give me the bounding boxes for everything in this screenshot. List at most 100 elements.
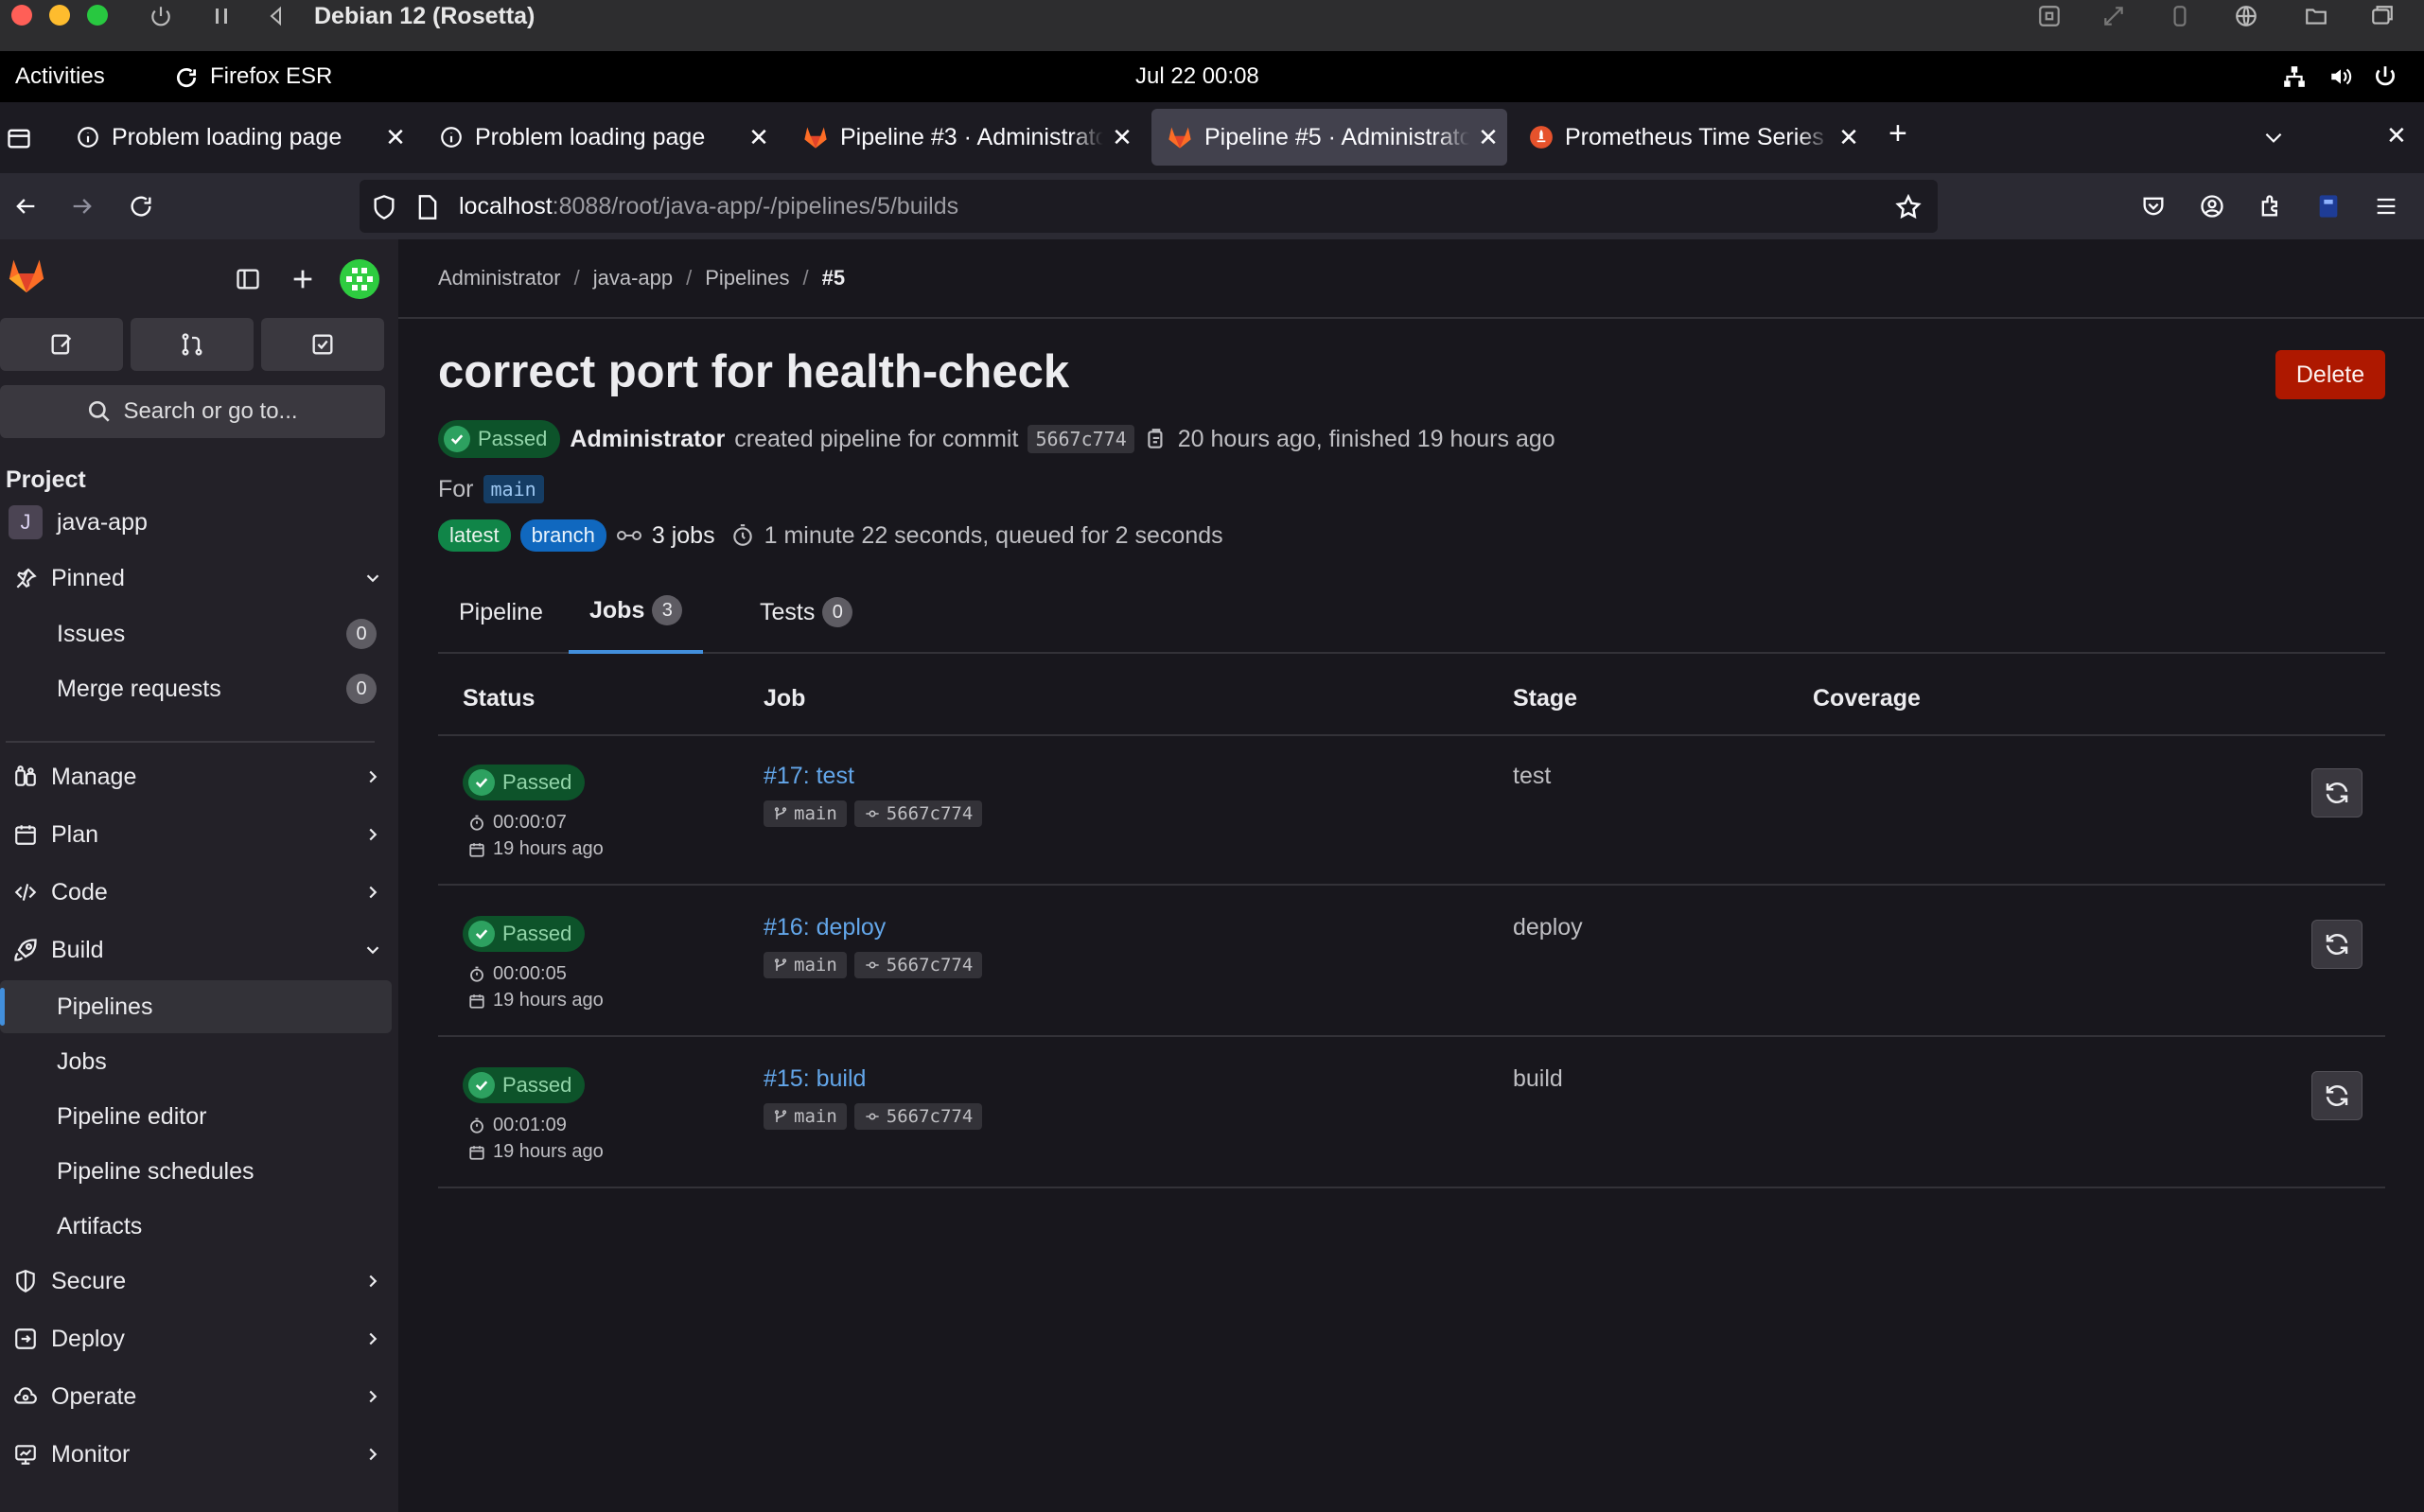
- close-window-button[interactable]: [11, 5, 32, 26]
- close-tab-icon[interactable]: ✕: [740, 123, 778, 152]
- bookmark-star-icon[interactable]: [1894, 193, 1923, 221]
- clock[interactable]: Jul 22 00:08: [1135, 51, 1259, 102]
- sidebar-item-operate[interactable]: Operate: [0, 1370, 392, 1423]
- pocket-icon[interactable]: [2140, 193, 2167, 220]
- commit-chip[interactable]: 5667c774: [853, 800, 983, 827]
- branch-chip[interactable]: main: [764, 800, 847, 827]
- network-status-icon[interactable]: [2282, 64, 2307, 89]
- sidebar-item-jobs[interactable]: Jobs: [0, 1035, 392, 1088]
- folder-icon[interactable]: [2299, 0, 2333, 32]
- sidebar-item-manage[interactable]: Manage: [0, 750, 392, 803]
- sidebar-item-deploy[interactable]: Deploy: [0, 1312, 392, 1365]
- system-power-icon[interactable]: [2373, 64, 2398, 89]
- commit-chip[interactable]: 5667c774: [853, 1103, 983, 1130]
- firefox-view-icon[interactable]: [6, 125, 32, 151]
- branch-chip[interactable]: main: [764, 1103, 847, 1130]
- minimize-window-button[interactable]: [49, 5, 70, 26]
- issues-shortcut-button[interactable]: [0, 318, 123, 371]
- sidebar-item-monitor[interactable]: Monitor: [0, 1428, 392, 1481]
- job-link[interactable]: #15: build: [764, 1065, 866, 1093]
- url-bar[interactable]: localhost:8088/root/java-app/-/pipelines…: [360, 180, 1938, 233]
- window-icon[interactable]: [2365, 0, 2399, 32]
- tab-jobs[interactable]: Jobs 3: [569, 571, 704, 654]
- breadcrumb-item[interactable]: java-app: [593, 266, 673, 290]
- zoom-window-button[interactable]: [87, 5, 108, 26]
- activities-button[interactable]: Activities: [15, 51, 105, 102]
- commit-chip[interactable]: 5667c774: [853, 952, 983, 978]
- shield-icon[interactable]: [371, 194, 397, 220]
- sidebar-item-pipeline-schedules[interactable]: Pipeline schedules: [0, 1145, 392, 1198]
- browser-tab[interactable]: Problem loading page ✕: [61, 109, 414, 166]
- browser-tab-active[interactable]: Pipeline #5 · Administrator ✕: [1151, 109, 1507, 166]
- usb-icon[interactable]: [2163, 0, 2197, 32]
- browser-tab[interactable]: Prometheus Time Series Collection ✕: [1514, 109, 1868, 166]
- sidebar-item-merge-requests[interactable]: Merge requests 0: [0, 662, 392, 715]
- retry-button[interactable]: [2311, 920, 2363, 969]
- sidebar-item-pinned[interactable]: Pinned: [0, 552, 392, 605]
- close-tab-icon[interactable]: ✕: [377, 123, 414, 152]
- resize-icon[interactable]: [2097, 0, 2131, 32]
- user-avatar[interactable]: [339, 258, 380, 300]
- retry-button[interactable]: [2311, 768, 2363, 818]
- back-arrow-icon[interactable]: [11, 193, 40, 220]
- todos-shortcut-button[interactable]: [261, 318, 384, 371]
- status-badge[interactable]: Passed: [463, 765, 586, 800]
- extension-badge-icon[interactable]: [2316, 193, 2341, 220]
- sidebar-item-pipeline-editor[interactable]: Pipeline editor: [0, 1090, 392, 1143]
- delete-button[interactable]: Delete: [2275, 350, 2385, 399]
- tab-pipeline[interactable]: Pipeline: [438, 571, 564, 654]
- close-window-icon[interactable]: ✕: [2386, 121, 2407, 150]
- forward-arrow-icon[interactable]: [68, 193, 97, 220]
- sidebar-item-code[interactable]: Code: [0, 866, 392, 919]
- sidebar-item-build[interactable]: Build: [0, 923, 392, 976]
- branch-chip[interactable]: main: [764, 952, 847, 978]
- reload-icon[interactable]: [127, 193, 155, 220]
- commit-sha[interactable]: 5667c774: [1028, 425, 1134, 453]
- hamburger-menu-icon[interactable]: [2373, 193, 2399, 220]
- page-icon[interactable]: [416, 194, 439, 220]
- power-icon[interactable]: [144, 0, 178, 32]
- pause-icon[interactable]: [204, 0, 238, 32]
- latest-badge[interactable]: latest: [438, 519, 511, 552]
- close-tab-icon[interactable]: ✕: [1469, 123, 1507, 152]
- job-link[interactable]: #16: deploy: [764, 914, 886, 941]
- sidebar-item-pipelines[interactable]: Pipelines: [0, 980, 392, 1033]
- status-badge[interactable]: Passed: [438, 420, 561, 458]
- browser-tab[interactable]: Problem loading page ✕: [424, 109, 778, 166]
- branch-badge[interactable]: branch: [519, 519, 606, 552]
- author-link[interactable]: Administrator: [570, 426, 725, 453]
- sidebar-search-button[interactable]: Search or go to...: [0, 385, 385, 438]
- sidebar-item-plan[interactable]: Plan: [0, 808, 392, 861]
- status-badge[interactable]: Passed: [463, 916, 586, 952]
- job-link[interactable]: #17: test: [764, 763, 854, 790]
- sidebar-item-project[interactable]: J java-app: [0, 496, 392, 549]
- network-icon[interactable]: [2229, 0, 2263, 32]
- browser-tab[interactable]: Pipeline #3 · Administrator ✕: [787, 109, 1141, 166]
- volume-icon[interactable]: [2327, 64, 2354, 89]
- new-tab-button[interactable]: +: [1888, 115, 1907, 152]
- merge-requests-shortcut-button[interactable]: [131, 318, 254, 371]
- sidebar-item-issues[interactable]: Issues 0: [0, 607, 392, 660]
- account-icon[interactable]: [2199, 193, 2225, 220]
- close-tab-icon[interactable]: ✕: [1103, 123, 1141, 152]
- list-tabs-chevron-icon[interactable]: [2261, 125, 2286, 149]
- gitlab-logo-icon[interactable]: [6, 256, 47, 294]
- sidebar-item-artifacts[interactable]: Artifacts: [0, 1200, 392, 1253]
- retry-button[interactable]: [2311, 1071, 2363, 1120]
- breadcrumb-current[interactable]: #5: [822, 266, 845, 290]
- toggle-sidebar-icon[interactable]: [235, 266, 261, 292]
- create-new-plus-icon[interactable]: [290, 266, 316, 292]
- breadcrumb-item[interactable]: Administrator: [438, 266, 561, 290]
- ref-link[interactable]: main: [483, 475, 544, 503]
- extensions-icon[interactable]: [2257, 193, 2284, 220]
- keyboard-icon[interactable]: [2032, 0, 2066, 32]
- tab-tests[interactable]: Tests 0: [739, 571, 873, 654]
- status-badge[interactable]: Passed: [463, 1067, 586, 1103]
- copy-icon[interactable]: [1144, 426, 1168, 452]
- url-text[interactable]: localhost:8088/root/java-app/-/pipelines…: [459, 180, 958, 233]
- back-icon[interactable]: [259, 0, 293, 32]
- close-tab-icon[interactable]: ✕: [1830, 123, 1868, 152]
- breadcrumb-item[interactable]: Pipelines: [705, 266, 789, 290]
- app-menu[interactable]: Firefox ESR: [210, 51, 332, 102]
- sidebar-item-secure[interactable]: Secure: [0, 1255, 392, 1308]
